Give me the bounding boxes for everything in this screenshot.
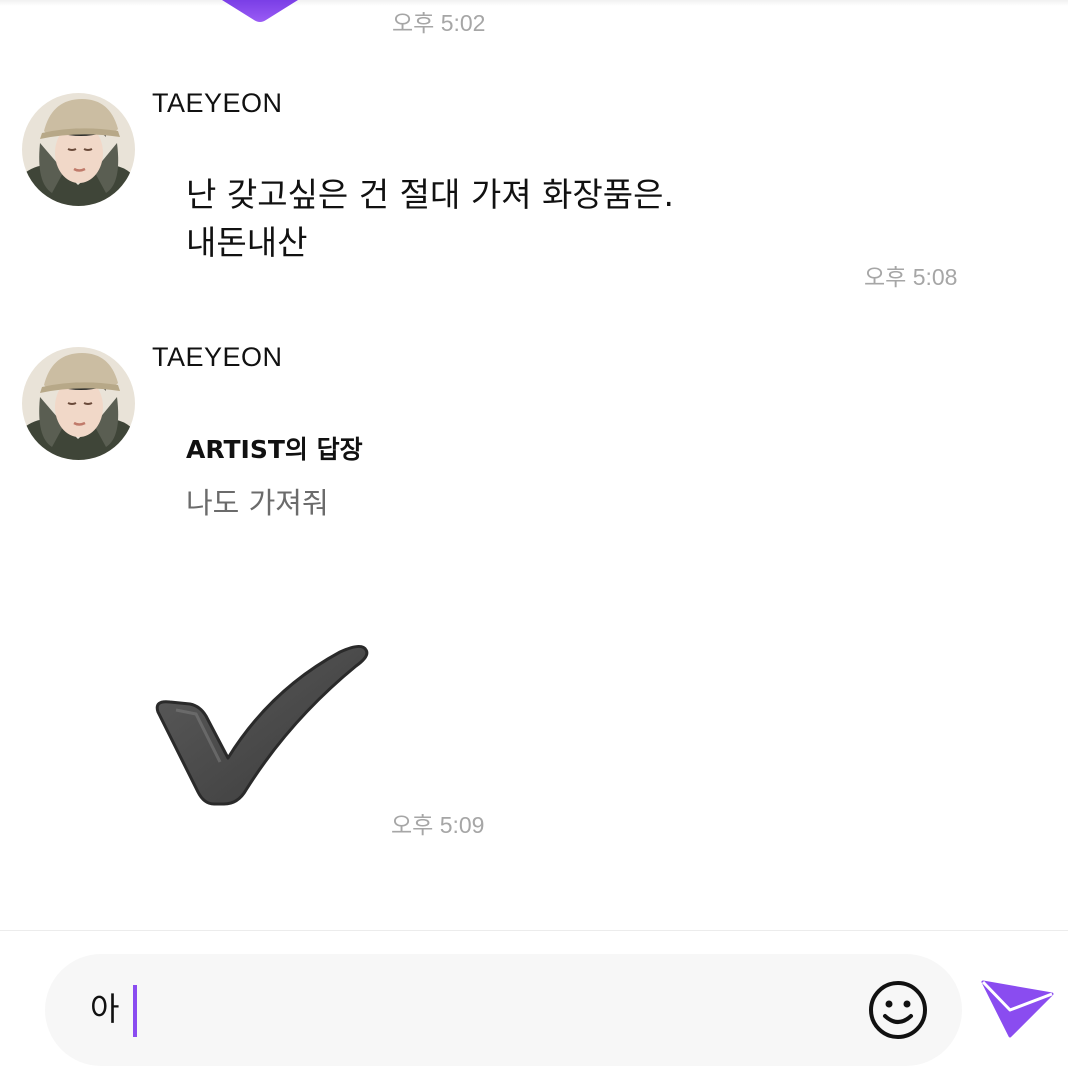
- artist-reply-label: ARTIST의 답장: [186, 435, 363, 464]
- sender-avatar[interactable]: [22, 93, 135, 206]
- sender-avatar[interactable]: [22, 347, 135, 460]
- message-text-line: 난 갖고싶은 건 절대 가져 화장품은.: [186, 175, 674, 214]
- message-timestamp: 오후 5:09: [391, 812, 485, 838]
- composer-divider: [0, 930, 1068, 931]
- heavy-check-mark-icon: [155, 645, 369, 806]
- smiley-face-icon[interactable]: [867, 979, 929, 1041]
- message-timestamp: 오후 5:02: [392, 10, 486, 36]
- sender-name: TAEYEON: [152, 88, 283, 118]
- sender-name: TAEYEON: [152, 342, 283, 372]
- text-cursor: [133, 985, 137, 1037]
- message-input-value[interactable]: 아: [90, 984, 119, 1030]
- message-timestamp: 오후 5:08: [864, 264, 958, 290]
- message-text-line: 내돈내산: [186, 223, 308, 262]
- message-input[interactable]: 아: [45, 954, 962, 1066]
- artist-reply-text: 나도 가져줘: [186, 486, 329, 520]
- paper-plane-send-icon[interactable]: [980, 978, 1055, 1040]
- purple-heart-sticker-icon: [222, 0, 298, 22]
- header-shadow: [0, 0, 1068, 6]
